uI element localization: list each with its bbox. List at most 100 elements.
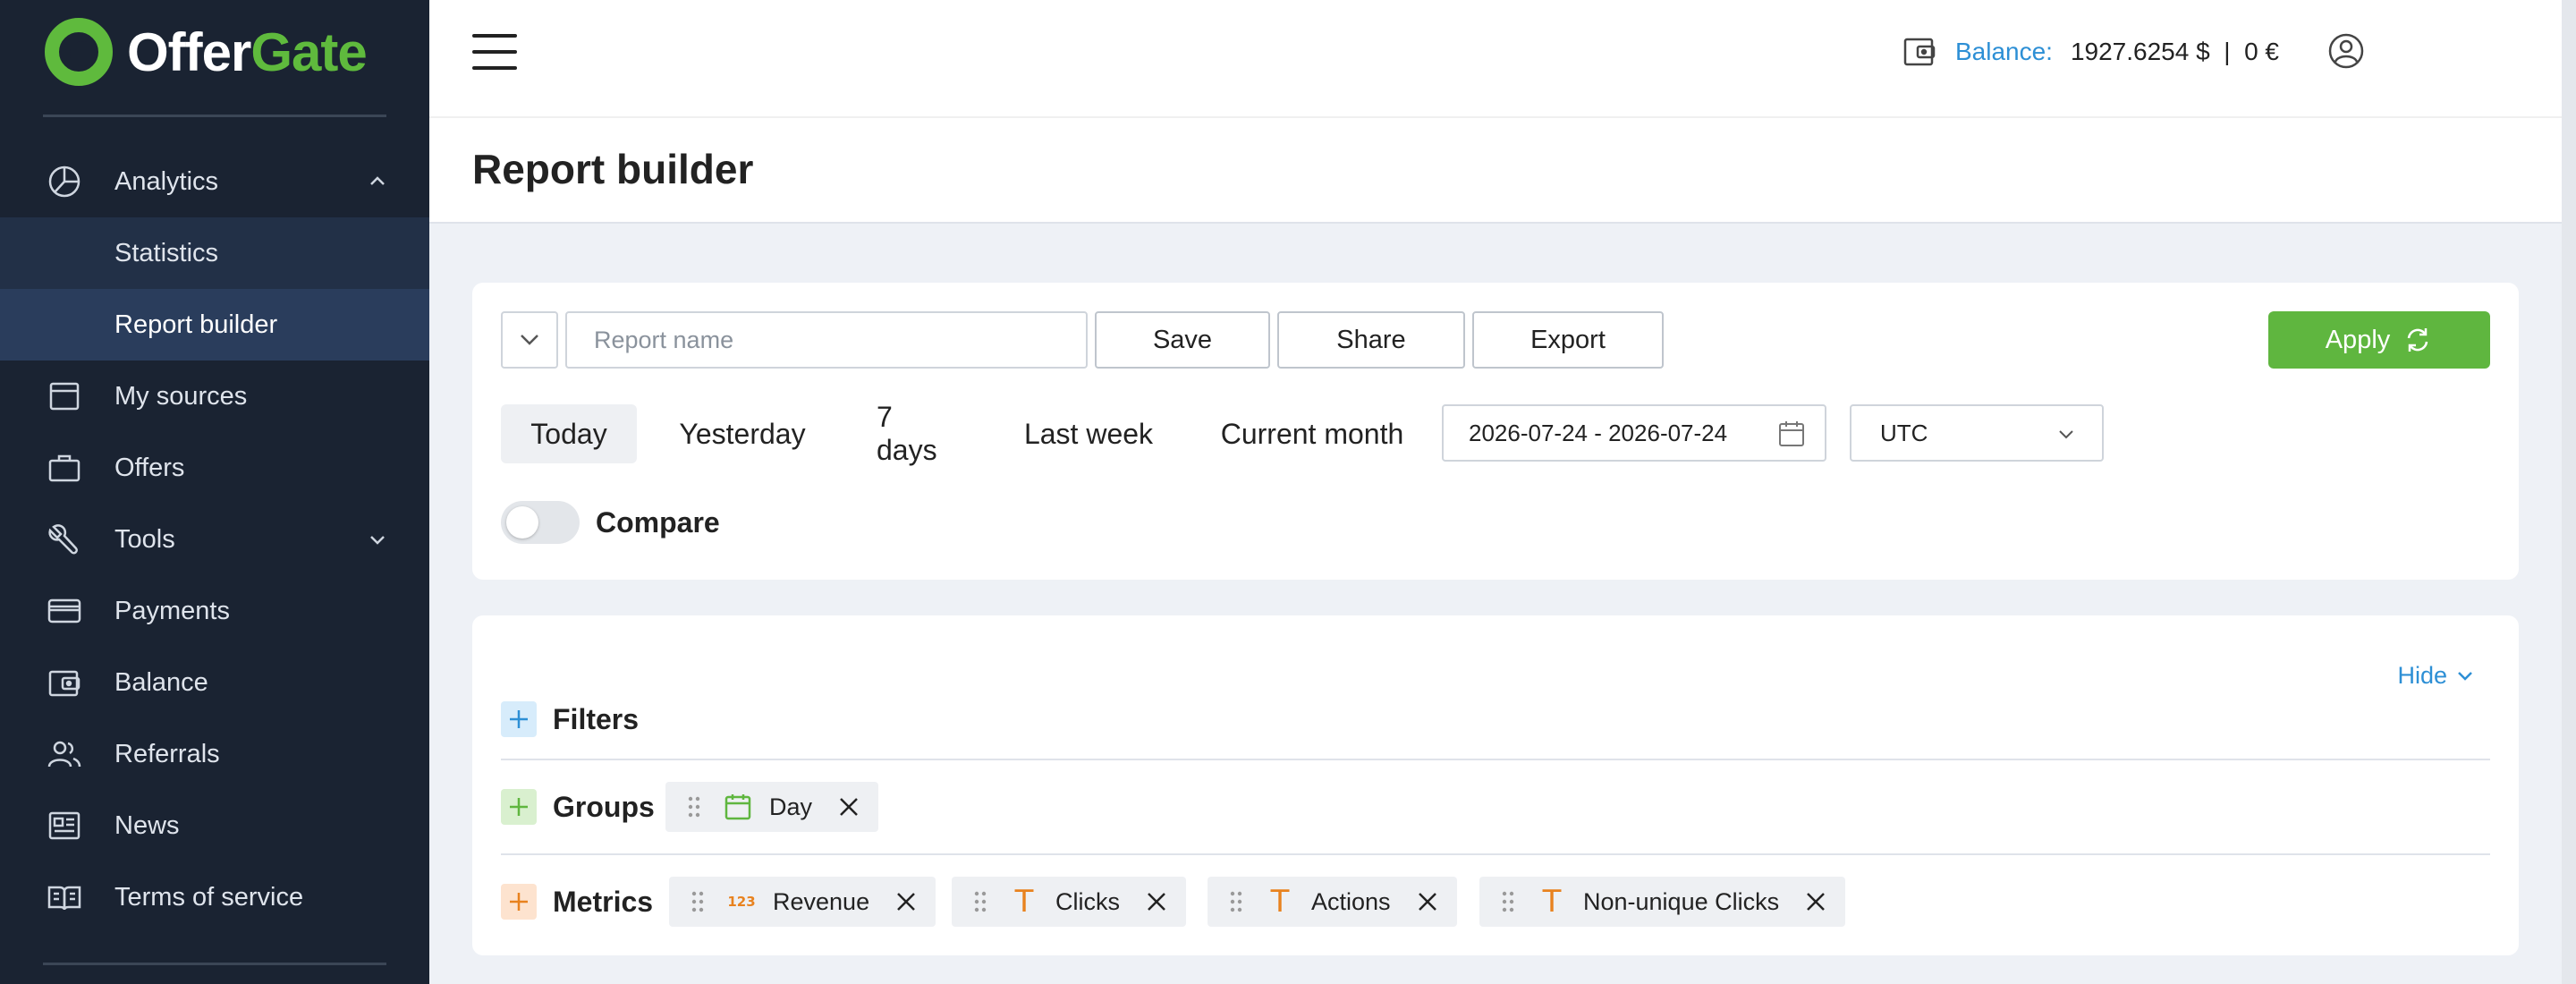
period-current-month[interactable]: Current month (1191, 404, 1433, 463)
sidebar-item-payments[interactable]: Payments (0, 575, 429, 647)
metric-chip-clicks[interactable]: T Clicks (952, 877, 1186, 927)
chevron-down-icon (2059, 430, 2073, 439)
sidebar-item-balance[interactable]: Balance (0, 647, 429, 718)
sidebar-item-label: My sources (114, 381, 248, 411)
compare-label: Compare (596, 506, 720, 539)
metric-chip-revenue[interactable]: 123 Revenue (669, 877, 936, 927)
drag-handle-icon[interactable] (973, 890, 987, 913)
wrench-icon (47, 522, 82, 557)
apply-button-label: Apply (2325, 325, 2391, 354)
hide-toggle-link[interactable]: Hide (2397, 662, 2474, 690)
groups-section: Groups (501, 789, 655, 825)
users-icon (47, 736, 82, 772)
chevron-up-icon[interactable] (367, 171, 388, 192)
metric-chip-non-unique-clicks[interactable]: T Non-unique Clicks (1479, 877, 1846, 927)
add-filter-button[interactable] (501, 701, 537, 737)
scrollbar-track[interactable] (2562, 0, 2576, 984)
drag-handle-icon[interactable] (691, 890, 705, 913)
period-today[interactable]: Today (501, 404, 637, 463)
report-builder-card: Hide Filters Groups Day Metrics 123 Reve… (472, 615, 2519, 955)
plus-icon (510, 893, 528, 911)
report-settings-card: Save Share Export Apply Today Yesterday … (472, 283, 2519, 580)
timezone-value: UTC (1880, 419, 1928, 446)
sidebar-item-label: Offers (114, 453, 185, 482)
sidebar-item-label: Referrals (114, 739, 220, 768)
plus-icon (510, 798, 528, 816)
refresh-icon (2408, 328, 2428, 352)
date-range-picker[interactable]: 2026-07-24 - 2026-07-24 (1442, 404, 1826, 462)
drag-handle-icon[interactable] (1501, 890, 1515, 913)
sidebar-item-statistics[interactable]: Statistics (0, 217, 429, 289)
period-last-week[interactable]: Last week (993, 404, 1184, 463)
date-range-value: 2026-07-24 - 2026-07-24 (1469, 419, 1728, 446)
sidebar-item-label: Payments (114, 596, 230, 625)
user-account-icon[interactable] (2327, 32, 2365, 70)
credit-card-icon (47, 593, 82, 629)
balance-display: Balance: 1927.6254 $ | 0 € (1902, 32, 2279, 72)
filters-section: Filters (501, 701, 639, 737)
balance-value: 1927.6254 $ | 0 € (2070, 38, 2279, 65)
sidebar-item-label: Statistics (114, 238, 219, 267)
close-icon[interactable] (1416, 890, 1439, 913)
chip-label: Clicks (1055, 887, 1120, 915)
sidebar-item-label: Tools (114, 524, 175, 554)
balance-label: Balance: (1955, 38, 2053, 65)
period-yesterday[interactable]: Yesterday (644, 404, 841, 463)
sidebar-item-referrals[interactable]: Referrals (0, 718, 429, 790)
hamburger-menu-icon[interactable] (472, 34, 517, 70)
sidebar-divider (43, 963, 386, 965)
sidebar-divider (43, 115, 386, 117)
compare-toggle[interactable] (501, 501, 580, 544)
pie-chart-icon (47, 164, 82, 199)
report-name-input[interactable] (565, 311, 1088, 369)
sidebar-item-my-sources[interactable]: My sources (0, 361, 429, 432)
sidebar-item-offers[interactable]: Offers (0, 432, 429, 504)
sidebar: OfferGate Analytics Statistics Report bu… (0, 0, 429, 984)
chevron-down-icon[interactable] (367, 529, 388, 550)
newspaper-icon (47, 808, 82, 844)
sidebar-item-tools[interactable]: Tools (0, 504, 429, 575)
metric-chip-actions[interactable]: T Actions (1208, 877, 1457, 927)
save-button[interactable]: Save (1095, 311, 1270, 369)
briefcase-icon (47, 450, 82, 486)
add-metric-button[interactable] (501, 884, 537, 920)
logo[interactable]: OfferGate (43, 16, 368, 88)
sidebar-item-label: Terms of service (114, 882, 304, 912)
book-icon (47, 879, 82, 915)
metrics-label: Metrics (553, 885, 654, 918)
sidebar-item-terms-of-service[interactable]: Terms of service (0, 861, 429, 933)
export-button[interactable]: Export (1472, 311, 1664, 369)
wallet-icon (47, 665, 82, 700)
close-icon[interactable] (1804, 890, 1827, 913)
metrics-section: Metrics (501, 884, 653, 920)
timezone-select[interactable]: UTC (1850, 404, 2104, 462)
close-icon[interactable] (837, 795, 860, 819)
text-type-icon: T (1542, 884, 1562, 920)
apply-button[interactable]: Apply (2268, 311, 2490, 369)
close-icon[interactable] (1145, 890, 1168, 913)
chip-label: Actions (1311, 887, 1391, 915)
group-chip-day[interactable]: Day (665, 782, 879, 832)
calendar-icon (723, 792, 753, 822)
logo-text: OfferGate (127, 21, 368, 82)
window-icon (47, 378, 82, 414)
top-header: Balance: 1927.6254 $ | 0 € (429, 0, 2562, 116)
close-icon[interactable] (894, 890, 918, 913)
chip-label: Non-unique Clicks (1583, 887, 1780, 915)
sidebar-item-analytics[interactable]: Analytics (0, 146, 429, 217)
wallet-icon (1903, 38, 1936, 66)
period-7-days[interactable]: 7 days (848, 401, 986, 466)
filters-label: Filters (553, 702, 640, 735)
add-group-button[interactable] (501, 789, 537, 825)
share-button[interactable]: Share (1277, 311, 1465, 369)
drag-handle-icon[interactable] (687, 795, 701, 819)
drag-handle-icon[interactable] (1229, 890, 1243, 913)
sidebar-item-label: Balance (114, 667, 208, 697)
chip-label: Revenue (773, 887, 870, 915)
sidebar-item-report-builder[interactable]: Report builder (0, 289, 429, 361)
sidebar-item-label: News (114, 810, 180, 840)
sidebar-item-news[interactable]: News (0, 790, 429, 861)
text-type-icon: T (1270, 884, 1290, 920)
section-divider (501, 759, 2490, 760)
saved-reports-dropdown-button[interactable] (501, 311, 558, 369)
